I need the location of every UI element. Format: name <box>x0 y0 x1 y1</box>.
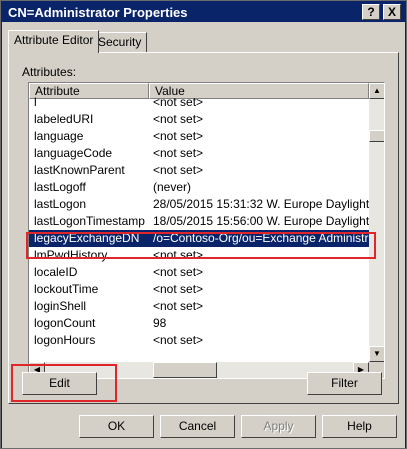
list-item[interactable]: lastKnownParent <not set> <box>29 162 369 179</box>
list-item[interactable]: logonHours <not set> <box>29 332 369 349</box>
properties-window: CN=Administrator Properties ? X Attribut… <box>0 0 407 449</box>
attribute-name: language <box>34 129 84 143</box>
tab-attribute-editor[interactable]: Attribute Editor <box>8 30 100 53</box>
list-item[interactable]: labeledURI <not set> <box>29 111 369 128</box>
list-item[interactable]: l <not set> <box>29 94 369 111</box>
help-icon[interactable]: ? <box>362 4 380 20</box>
title-bar[interactable]: CN=Administrator Properties ? X <box>2 2 405 22</box>
attribute-value: <not set> <box>153 333 204 347</box>
list-item[interactable]: lockoutTime <not set> <box>29 281 369 298</box>
attributes-label: Attributes: <box>22 65 77 79</box>
scroll-down-icon[interactable]: ▼ <box>369 346 384 362</box>
attribute-value: <not set> <box>153 146 204 160</box>
attribute-name: lastLogoff <box>34 180 86 194</box>
highlight-selected-row <box>26 232 376 259</box>
attribute-name: localeID <box>34 265 78 279</box>
help-button[interactable]: Help <box>322 415 397 438</box>
attribute-name: logonHours <box>34 333 96 347</box>
attribute-value: <not set> <box>153 163 204 177</box>
attribute-value: <not set> <box>153 299 204 313</box>
tab-security[interactable]: Security <box>92 32 148 52</box>
attribute-name: labeledURI <box>34 112 94 126</box>
cancel-button[interactable]: Cancel <box>160 415 235 438</box>
attribute-name: lastKnownParent <box>34 163 125 177</box>
attribute-value: <not set> <box>153 282 204 296</box>
list-item[interactable]: lastLogoff (never) <box>29 179 369 196</box>
attribute-name: loginShell <box>34 299 87 313</box>
attribute-value: 28/05/2015 15:31:32 W. Europe Daylight T… <box>153 197 382 211</box>
list-item[interactable]: language <not set> <box>29 128 369 145</box>
list-item[interactable]: lastLogonTimestamp 18/05/2015 15:56:00 W.… <box>29 213 382 230</box>
scroll-thumb[interactable] <box>369 130 384 142</box>
attribute-name: l <box>34 95 37 109</box>
window-title: CN=Administrator Properties <box>8 5 188 20</box>
attribute-name: lastLogonTimestamp <box>34 214 145 228</box>
attribute-name: logonCount <box>34 316 96 330</box>
attributes-list[interactable]: Attribute Value l <not set> labeledURI <not… <box>28 82 385 379</box>
list-item[interactable]: logonCount 98 <box>29 315 369 332</box>
highlight-edit-button <box>11 364 117 402</box>
hscroll-thumb[interactable] <box>153 362 217 378</box>
attribute-value: (never) <box>153 180 192 194</box>
attribute-name: lastLogon <box>34 197 87 211</box>
attribute-value: <not set> <box>153 129 204 143</box>
attribute-name: lockoutTime <box>34 282 99 296</box>
list-item[interactable]: loginShell <not set> <box>29 298 369 315</box>
scroll-up-icon[interactable]: ▲ <box>369 83 384 99</box>
ok-button[interactable]: OK <box>79 415 154 438</box>
vertical-scrollbar[interactable]: ▲ ▼ <box>369 83 384 362</box>
attribute-value: <not set> <box>153 265 204 279</box>
close-icon[interactable]: X <box>383 4 401 20</box>
list-item[interactable]: localeID <not set> <box>29 264 369 281</box>
attribute-value: 18/05/2015 15:56:00 W. Europe Daylight T… <box>153 214 382 228</box>
attribute-value: <not set> <box>153 112 204 126</box>
list-item[interactable]: languageCode <not set> <box>29 145 369 162</box>
attribute-value: <not set> <box>153 95 204 109</box>
attribute-name: languageCode <box>34 146 113 160</box>
list-item[interactable]: lastLogon 28/05/2015 15:31:32 W. Europe D… <box>29 196 382 213</box>
filter-button[interactable]: Filter <box>307 372 382 395</box>
attribute-value: 98 <box>153 316 167 330</box>
apply-button: Apply <box>241 415 316 438</box>
